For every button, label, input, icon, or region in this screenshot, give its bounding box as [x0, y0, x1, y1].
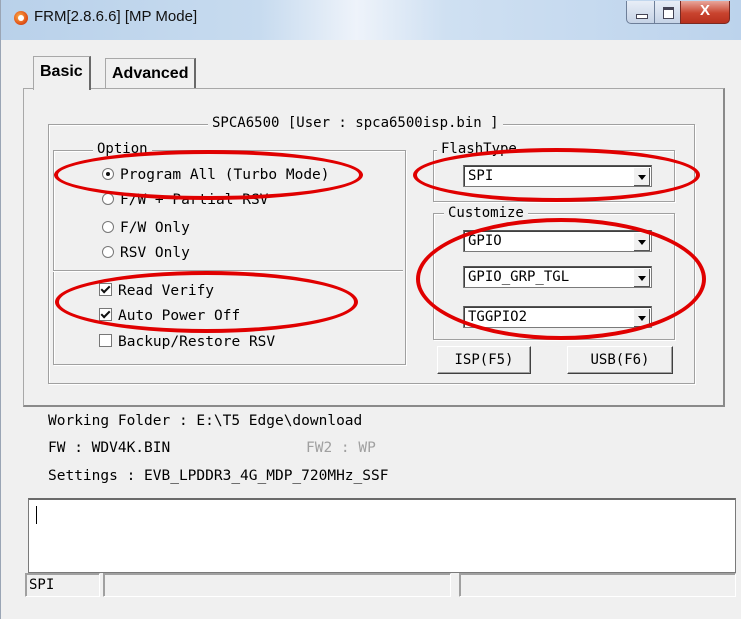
- radio-fw-partial-rsv[interactable]: F/W + Partial RSV: [102, 192, 268, 208]
- chevron-down-icon[interactable]: [633, 308, 650, 327]
- customize-select-gpio-grp-tgl[interactable]: GPIO_GRP_TGL: [463, 266, 652, 288]
- radio-button[interactable]: [102, 193, 114, 205]
- checkbox-label: Auto Power Off: [118, 308, 241, 324]
- customize-select-gpio[interactable]: GPIO: [463, 230, 652, 252]
- text-caret: [36, 506, 37, 524]
- device-group-title: SPCA6500 [User : spca6500isp.bin ]: [208, 115, 503, 131]
- status-pane-2: [103, 573, 451, 597]
- checkbox[interactable]: [99, 308, 112, 321]
- combo-value: GPIO_GRP_TGL: [468, 269, 570, 285]
- window-title: FRM[2.8.6.6] [MP Mode]: [34, 8, 198, 25]
- radio-label: F/W + Partial RSV: [120, 192, 269, 208]
- fw2-text: FW2 : WP: [306, 440, 376, 456]
- tab-advanced[interactable]: Advanced: [105, 58, 197, 89]
- radio-rsv-only[interactable]: RSV Only: [102, 245, 190, 261]
- radio-button[interactable]: [102, 168, 114, 180]
- radio-program-all[interactable]: Program All (Turbo Mode): [102, 167, 330, 183]
- radio-fw-only[interactable]: F/W Only: [102, 220, 190, 236]
- maximize-button[interactable]: [654, 1, 682, 24]
- log-textarea[interactable]: [28, 498, 736, 573]
- close-icon: X: [699, 2, 710, 19]
- working-folder-text: Working Folder : E:\T5 Edge\download: [48, 413, 363, 429]
- status-pane-3: [459, 573, 736, 597]
- radio-label: Program All (Turbo Mode): [120, 167, 330, 183]
- checkbox-label: Read Verify: [118, 283, 215, 299]
- customize-select-tggpio2[interactable]: TGGPIO2: [463, 306, 652, 328]
- check-read-verify[interactable]: Read Verify: [99, 283, 214, 299]
- checkbox[interactable]: [99, 334, 112, 347]
- close-button[interactable]: X: [680, 1, 730, 24]
- tab-basic[interactable]: Basic: [33, 56, 91, 90]
- radio-label: F/W Only: [120, 220, 190, 236]
- status-pane-1: SPI: [25, 573, 100, 597]
- radio-button[interactable]: [102, 221, 114, 233]
- settings-text: Settings : EVB_LPDDR3_4G_MDP_720MHz_SSF: [48, 468, 389, 484]
- chevron-down-icon[interactable]: [633, 167, 650, 186]
- checkbox-label: Backup/Restore RSV: [118, 334, 276, 350]
- maximize-icon: [663, 7, 674, 19]
- chevron-down-icon[interactable]: [633, 268, 650, 287]
- fw-text: FW : WDV4K.BIN: [48, 440, 171, 456]
- radio-label: RSV Only: [120, 245, 190, 261]
- usb-button[interactable]: USB(F6): [567, 346, 673, 374]
- flashtype-value: SPI: [468, 168, 494, 184]
- check-backup-restore-rsv[interactable]: Backup/Restore RSV: [99, 334, 275, 350]
- combo-value: TGGPIO2: [468, 309, 528, 325]
- minimize-button[interactable]: [626, 1, 656, 24]
- title-bar[interactable]: FRM[2.8.6.6] [MP Mode] X: [1, 0, 741, 40]
- flashtype-select[interactable]: SPI: [463, 165, 652, 187]
- isp-button[interactable]: ISP(F5): [437, 346, 531, 374]
- check-auto-power-off[interactable]: Auto Power Off: [99, 308, 240, 324]
- customize-legend: Customize: [444, 205, 528, 221]
- app-icon: [14, 11, 28, 25]
- option-divider: [53, 270, 403, 272]
- application-window: FRM[2.8.6.6] [MP Mode] X Basic Advanced …: [0, 0, 741, 619]
- checkbox[interactable]: [99, 283, 112, 296]
- radio-button[interactable]: [102, 246, 114, 258]
- option-legend: Option: [93, 141, 152, 157]
- flashtype-legend: FlashType: [437, 141, 521, 157]
- combo-value: GPIO: [468, 233, 502, 249]
- minimize-icon: [636, 14, 648, 19]
- chevron-down-icon[interactable]: [633, 232, 650, 251]
